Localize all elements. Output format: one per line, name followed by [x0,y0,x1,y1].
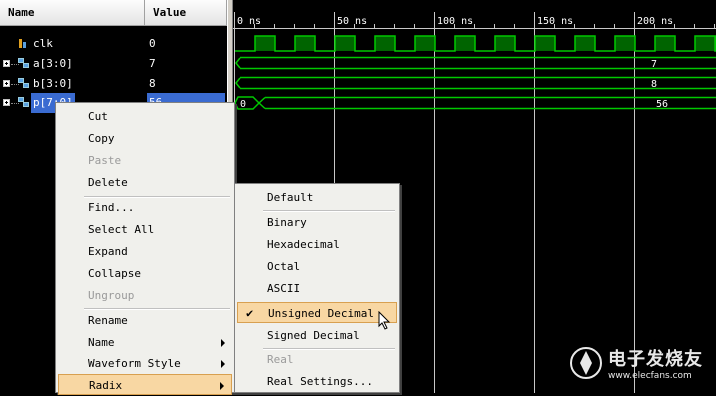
signal-name: b[3:0] [33,77,73,90]
radix-item-octal[interactable]: Octal [237,256,397,277]
radix-item-signed-decimal[interactable]: Signed Decimal [237,325,397,346]
menu-item-expand[interactable]: Expand [58,241,232,262]
menu-item-cut[interactable]: Cut [58,106,232,127]
time-label: 0 ns [237,16,261,27]
checkmark-icon: ✔ [246,306,254,320]
radix-item-default[interactable]: Default [237,187,397,208]
submenu-arrow-icon [221,339,225,347]
radix-item-ascii[interactable]: ASCII [237,278,397,299]
signal-value: 7 [149,57,156,70]
radix-item-real-settings[interactable]: Real Settings... [237,371,397,392]
value-column-header[interactable]: Value [145,0,227,26]
clock-signal-icon [19,39,26,48]
signal-name: a[3:0] [33,57,73,70]
clk-high-pulse [615,36,635,51]
clk-high-pulse [695,36,715,51]
time-label: 50 ns [337,16,367,27]
submenu-arrow-icon [221,360,225,368]
clk-high-pulse [415,36,435,51]
radix-item-hexadecimal[interactable]: Hexadecimal [237,234,397,255]
bus-value-label: 8 [651,79,657,90]
menu-item-label: Select All [88,223,155,236]
time-label: 150 ns [537,16,573,27]
signal-row-a[interactable]: a[3:0] [0,54,145,74]
bus-signal-icon [18,97,30,108]
watermark-brand: 电子发烧友 [608,349,703,370]
time-label: 200 ns [637,16,673,27]
menu-item-label: Find... [88,201,135,214]
context-menu: Cut Copy Paste Delete Find... Select All… [55,102,235,395]
radix-item-real[interactable]: Real [237,349,397,370]
watermark: 电子发烧友 www.elecfans.com [568,341,708,389]
menu-item-delete[interactable]: Delete [58,172,232,193]
signal-value: 8 [149,77,156,90]
expand-icon[interactable] [3,99,10,106]
menu-item-paste[interactable]: Paste [58,150,232,171]
menu-item-label: Unsigned Decimal [268,307,374,320]
time-label: 100 ns [437,16,473,27]
clk-high-pulse [295,36,315,51]
clk-waveform [235,35,716,52]
menu-item-label: Radix [89,379,123,392]
menu-item-ungroup[interactable]: Ungroup [58,285,232,306]
signal-value: 0 [149,37,156,50]
bus-value-label: 0 [240,99,246,110]
menu-item-label: Signed Decimal [267,329,360,342]
expand-icon[interactable] [3,60,10,67]
menu-item-label: Real [267,353,294,366]
menu-item-label: Collapse [88,267,141,280]
bus-value-label: 56 [656,99,668,110]
bus-signal-icon [18,78,30,89]
menu-item-label: Hexadecimal [267,238,340,251]
clk-high-pulse [255,36,275,51]
watermark-url: www.elecfans.com [608,371,692,381]
menu-item-label: Default [267,191,314,204]
radix-item-unsigned-decimal[interactable]: ✔ Unsigned Decimal [237,302,397,323]
clk-high-pulse [375,36,395,51]
radix-submenu: Default Binary Hexadecimal Octal ASCII ✔… [234,183,400,393]
menu-item-label: Name [88,336,115,349]
clk-high-pulse [455,36,475,51]
menu-item-label: Ungroup [88,289,135,302]
menu-item-label: Cut [88,110,108,123]
radix-item-binary[interactable]: Binary [237,212,397,233]
menu-item-select-all[interactable]: Select All [58,219,232,240]
menu-item-label: Real Settings... [267,375,373,388]
expand-icon[interactable] [3,80,10,87]
name-column-header[interactable]: Name [0,0,145,26]
clk-high-pulse [535,36,555,51]
menu-item-collapse[interactable]: Collapse [58,263,232,284]
bus-signal-icon [18,58,30,69]
signal-row-b[interactable]: b[3:0] [0,74,145,94]
mouse-pointer-icon [378,311,391,330]
menu-item-label: ASCII [267,282,301,295]
menu-item-name[interactable]: Name [58,332,232,353]
bus-b-waveform [235,76,716,90]
clk-high-pulse [495,36,515,51]
bus-a-waveform [235,56,716,70]
clk-high-pulse [335,36,355,51]
menu-item-label: Binary [267,216,307,229]
menu-item-radix[interactable]: Radix [58,374,232,395]
menu-item-rename[interactable]: Rename [58,310,232,331]
menu-item-label: Waveform Style [88,357,181,370]
menu-item-label: Octal [267,260,301,273]
submenu-arrow-icon [220,382,224,390]
menu-item-label: Paste [88,154,122,167]
bus-value-label: 7 [651,59,657,70]
bus-p-waveform [234,96,716,110]
menu-item-copy[interactable]: Copy [58,128,232,149]
menu-item-label: Expand [88,245,128,258]
menu-item-find[interactable]: Find... [58,197,232,218]
menu-item-label: Rename [88,314,128,327]
menu-item-waveform-style[interactable]: Waveform Style [58,353,232,374]
signal-row-clk[interactable]: clk [0,34,145,54]
clk-high-pulse [655,36,675,51]
menu-item-label: Delete [88,176,128,189]
watermark-logo-icon [570,347,602,379]
clk-high-pulse [575,36,595,51]
menu-item-label: Copy [88,132,115,145]
signal-name: clk [33,37,53,50]
